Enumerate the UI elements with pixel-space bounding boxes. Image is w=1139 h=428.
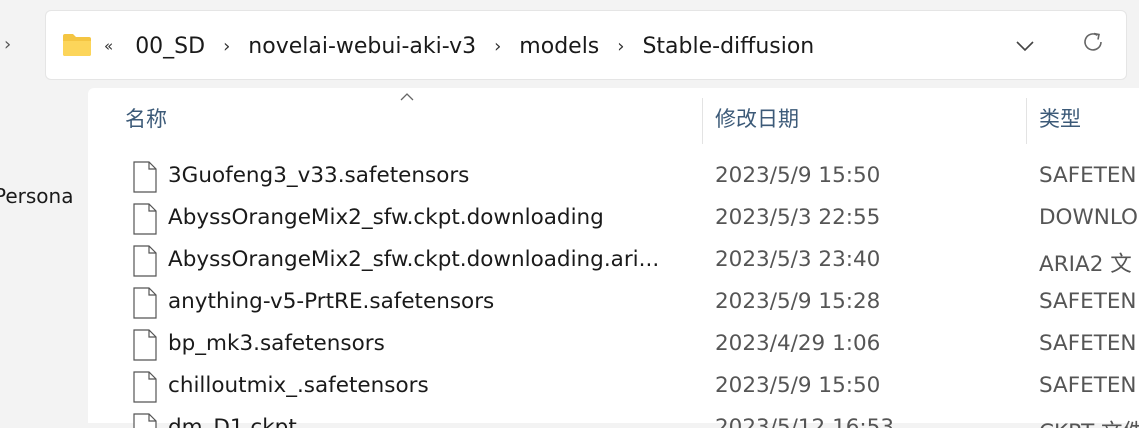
file-date: 2023/5/9 15:28 (715, 289, 881, 314)
column-header-name[interactable]: 名称 (125, 98, 167, 142)
file-type: SAFETEN (1039, 163, 1137, 188)
file-type: SAFETEN (1039, 331, 1137, 356)
column-header-type[interactable]: 类型 (1039, 98, 1081, 142)
breadcrumb-item-models[interactable]: models (515, 34, 603, 59)
file-type: DOWNLO (1039, 205, 1138, 230)
file-list: 3Guofeng3_v33.safetensors 2023/5/9 15:50… (88, 156, 1139, 428)
file-date: 2023/5/3 22:55 (715, 205, 881, 230)
file-name: chilloutmix_.safetensors (168, 373, 429, 398)
file-name: anything-v5-PrtRE.safetensors (168, 289, 495, 314)
file-icon (133, 287, 157, 319)
file-date: 2023/5/3 23:40 (715, 247, 881, 272)
file-name: dm_D1.ckpt (168, 415, 297, 428)
nav-item-personal[interactable]: Persona (0, 184, 73, 208)
file-name: AbyssOrangeMix2_sfw.ckpt.downloading.ari… (168, 247, 660, 272)
file-type: CKPT 文件 (1039, 415, 1139, 428)
file-type: ARIA2 文 (1039, 252, 1132, 277)
breadcrumb-separator[interactable]: › (617, 36, 624, 57)
file-name: 3Guofeng3_v33.safetensors (168, 163, 470, 188)
file-name: AbyssOrangeMix2_sfw.ckpt.downloading (168, 205, 604, 230)
file-date: 2023/4/29 1:06 (715, 331, 881, 356)
file-icon (133, 329, 157, 361)
file-row[interactable]: AbyssOrangeMix2_sfw.ckpt.downloading 202… (88, 198, 1139, 240)
file-row[interactable]: chilloutmix_.safetensors 2023/5/9 15:50 … (88, 366, 1139, 408)
file-icon (133, 245, 157, 277)
column-header-row: 名称 修改日期 类型 (88, 98, 1139, 144)
breadcrumb-overflow-button[interactable]: « (104, 37, 113, 55)
breadcrumb-item-stable-diffusion[interactable]: Stable-diffusion (638, 34, 818, 59)
file-date: 2023/5/12 16:53 (715, 415, 895, 428)
folder-icon (63, 34, 91, 56)
file-row[interactable]: anything-v5-PrtRE.safetensors 2023/5/9 1… (88, 282, 1139, 324)
file-row[interactable]: AbyssOrangeMix2_sfw.ckpt.downloading.ari… (88, 240, 1139, 282)
column-divider[interactable] (702, 98, 703, 144)
breadcrumb: « 00_SD › novelai-webui-aki-v3 › models … (104, 11, 818, 81)
address-bar[interactable]: « 00_SD › novelai-webui-aki-v3 › models … (45, 10, 1127, 80)
file-date: 2023/5/9 15:50 (715, 163, 881, 188)
breadcrumb-item-00-sd[interactable]: 00_SD (131, 34, 209, 59)
file-row[interactable]: dm_D1.ckpt 2023/5/12 16:53 CKPT 文件 (88, 408, 1139, 428)
breadcrumb-separator[interactable]: › (223, 36, 230, 57)
file-row[interactable]: 3Guofeng3_v33.safetensors 2023/5/9 15:50… (88, 156, 1139, 198)
breadcrumb-item-novelai-webui[interactable]: novelai-webui-aki-v3 (244, 34, 480, 59)
file-icon (133, 413, 157, 428)
file-name: bp_mk3.safetensors (168, 331, 385, 356)
chevron-right-icon[interactable]: › (4, 34, 11, 55)
file-type: SAFETEN (1039, 289, 1137, 314)
column-header-date[interactable]: 修改日期 (715, 98, 799, 142)
file-icon (133, 371, 157, 403)
column-divider[interactable] (1026, 98, 1027, 144)
refresh-icon[interactable] (1080, 29, 1106, 55)
file-icon (133, 161, 157, 193)
file-icon (133, 203, 157, 235)
breadcrumb-separator[interactable]: › (494, 36, 501, 57)
file-row[interactable]: bp_mk3.safetensors 2023/4/29 1:06 SAFETE… (88, 324, 1139, 366)
file-date: 2023/5/9 15:50 (715, 373, 881, 398)
file-type: SAFETEN (1039, 373, 1137, 398)
chevron-down-icon[interactable] (1014, 35, 1036, 57)
